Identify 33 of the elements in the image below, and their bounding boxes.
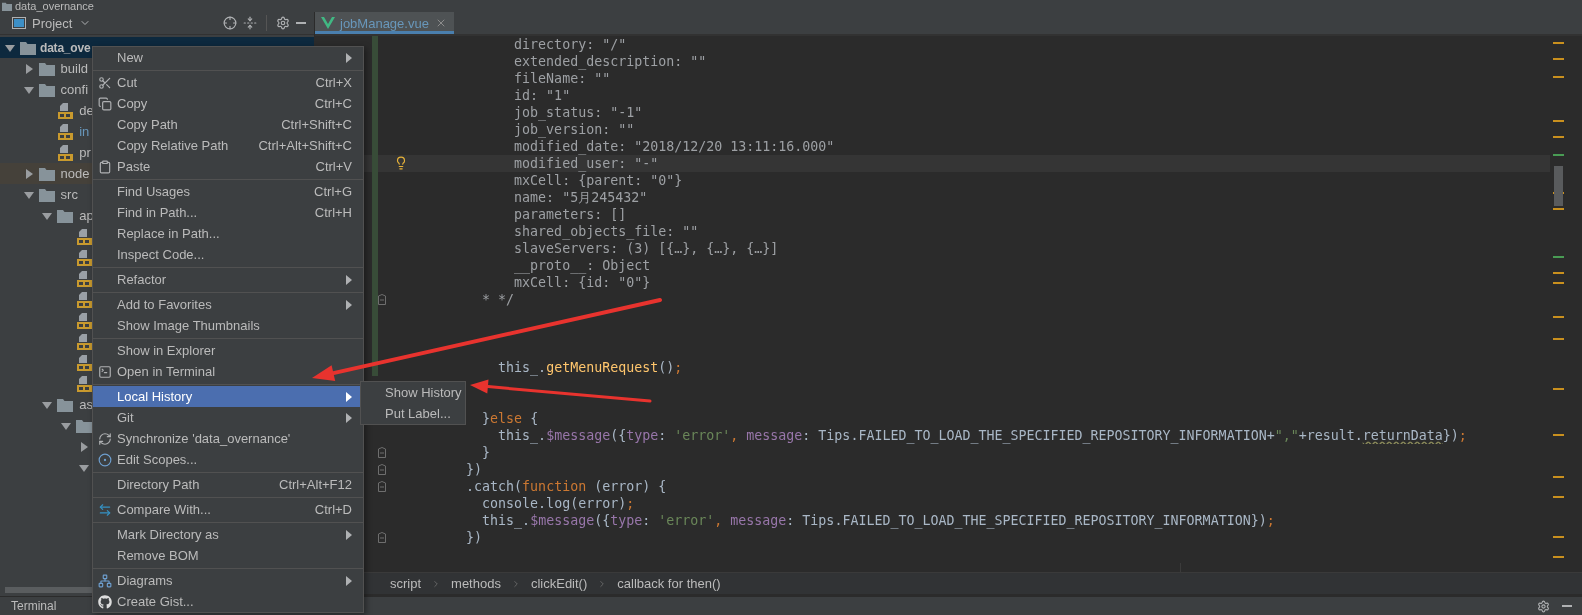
code-line: * */ — [482, 291, 515, 308]
tree-label: build — [60, 61, 89, 76]
code-line: slaveServers: (3) [{…}, {…}, {…}] — [514, 240, 779, 257]
code-line: modified_user: "-" — [514, 155, 659, 172]
code-line: __proto__: Object — [514, 257, 651, 274]
code-line: fileName: "" — [514, 70, 611, 87]
code-line: mxCell: {id: "0"} — [514, 274, 651, 291]
code-line: job_version: "" — [514, 121, 635, 138]
tree-label: data_ove — [40, 40, 91, 55]
code-line: id: "1" — [514, 87, 571, 104]
code-line: mxCell: {parent: "0"} — [514, 172, 683, 189]
code-line: this_.getMenuRequest(); — [498, 359, 683, 376]
code-line: }) — [466, 529, 483, 546]
code-line: modified_date: "2018/12/20 13:11:16.000" — [514, 138, 835, 155]
code-line: this_.$message({type: 'error', message: Tips.FAILED_TO_LOAD_THE_SPECIFIED_REPOSITORY_INFORMATION+","+result.returnData}); — [498, 427, 1467, 444]
code-line: console.log(error); — [482, 495, 635, 512]
tree-label: pr — [79, 145, 91, 160]
code-line: parameters: [] — [514, 206, 627, 223]
code-line: } — [482, 444, 491, 461]
code-line: job_status: "-1" — [514, 104, 643, 121]
code-line: name: "5月245432" — [514, 189, 648, 206]
code-line: this_.$message({type: 'error', message: Tips.FAILED_TO_LOAD_THE_SPECIFIED_REPOSITORY_INFORMATION}); — [482, 512, 1275, 529]
code-line: }) — [466, 461, 483, 478]
code-line: extended_description: "" — [514, 53, 707, 70]
code-line: shared_objects_file: "" — [514, 223, 699, 240]
tree-label: confi — [60, 82, 89, 97]
code-line: }else { — [482, 410, 539, 427]
tree-label: as — [79, 397, 93, 412]
code-line: .catch(function (error) { — [466, 478, 667, 495]
code-line: directory: "/" — [514, 36, 627, 53]
tree-label: node — [60, 166, 90, 181]
tree-label: in — [79, 124, 90, 139]
tree-label: src — [60, 187, 78, 202]
